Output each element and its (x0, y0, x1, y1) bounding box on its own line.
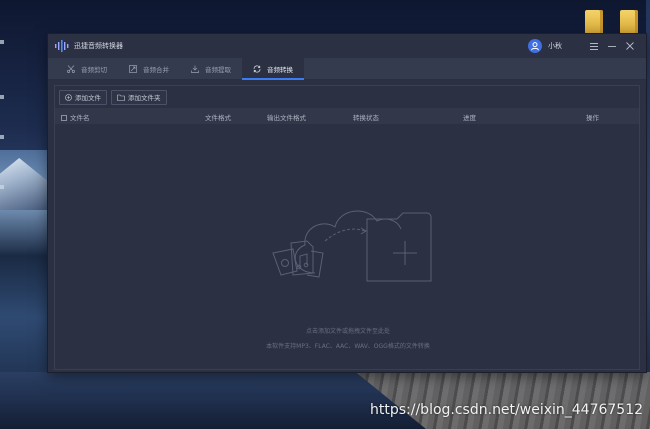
add-file-button[interactable]: 添加文件 (59, 89, 107, 105)
close-icon[interactable] (622, 39, 638, 53)
audio-wave-icon (54, 40, 70, 52)
column-status: 转换状态 (353, 114, 379, 122)
wallpaper-edge (646, 0, 650, 429)
app-title: 迅捷音频转换器 (74, 42, 123, 50)
add-folder-button[interactable]: 添加文件夹 (111, 89, 167, 105)
tab-audio-cut[interactable]: 音频剪切 (56, 58, 118, 79)
tab-label: 音频提取 (205, 65, 231, 74)
column-file-format: 文件格式 (205, 114, 231, 122)
select-all-checkbox[interactable] (61, 115, 67, 121)
desktop-icon-edge[interactable] (0, 185, 4, 189)
extract-icon (191, 65, 199, 73)
tab-label: 音频合并 (143, 65, 169, 74)
tab-label: 音频转换 (267, 65, 293, 74)
table-header: 文件名 文件格式 输出文件格式 转换状态 进度 操作 (55, 108, 639, 124)
desktop-icon-edge[interactable] (0, 135, 4, 139)
convert-panel: 添加文件 添加文件夹 文件名 文件格式 输出文件格式 转换状态 进度 操作 点击… (54, 85, 640, 370)
menu-icon[interactable] (586, 39, 602, 53)
plus-circle-icon (65, 93, 72, 101)
desktop-folder-icon[interactable] (620, 10, 638, 34)
tab-bar: 音频剪切 音频合并 音频提取 音频转换 (48, 58, 646, 80)
watermark-url: https://blog.csdn.net/weixin_44767512 (370, 402, 644, 418)
column-actions: 操作 (586, 114, 599, 122)
minimize-icon[interactable] (604, 39, 620, 53)
app-window: 迅捷音频转换器 小秋 音频剪切 音频合并 音频提取 音频转换 添加文件 添加文件… (48, 34, 646, 372)
column-output-format: 输出文件格式 (267, 114, 306, 122)
folder-icon (117, 94, 125, 101)
title-bar: 迅捷音频转换器 小秋 (48, 34, 646, 58)
column-filename: 文件名 (61, 112, 90, 122)
desktop-folder-icon[interactable] (585, 10, 603, 34)
tab-audio-merge[interactable]: 音频合并 (118, 58, 180, 79)
convert-icon (253, 65, 261, 73)
add-folder-label: 添加文件夹 (128, 94, 161, 102)
column-label: 文件名 (70, 114, 90, 122)
toolbar: 添加文件 添加文件夹 (55, 86, 639, 108)
desktop-icon-edge[interactable] (0, 40, 4, 44)
desktop-icon-edge[interactable] (0, 95, 4, 99)
empty-hint: 点击添加文件或拖拽文件至此处 (305, 328, 390, 335)
scissors-icon (67, 64, 75, 73)
merge-icon (129, 64, 137, 73)
tab-audio-convert[interactable]: 音频转换 (242, 58, 304, 80)
drop-files-illustration (272, 210, 432, 282)
user-avatar[interactable] (528, 39, 542, 53)
column-progress: 进度 (463, 114, 476, 122)
tab-audio-extract[interactable]: 音频提取 (180, 58, 242, 79)
username[interactable]: 小秋 (548, 41, 562, 51)
supported-formats-hint: 本软件支持MP3、FLAC、AAC、WAV、OGG格式的文件转换 (266, 343, 430, 350)
add-file-label: 添加文件 (75, 94, 101, 102)
empty-drop-zone[interactable]: 点击添加文件或拖拽文件至此处 本软件支持MP3、FLAC、AAC、WAV、OGG… (55, 126, 641, 371)
tab-label: 音频剪切 (81, 65, 107, 74)
